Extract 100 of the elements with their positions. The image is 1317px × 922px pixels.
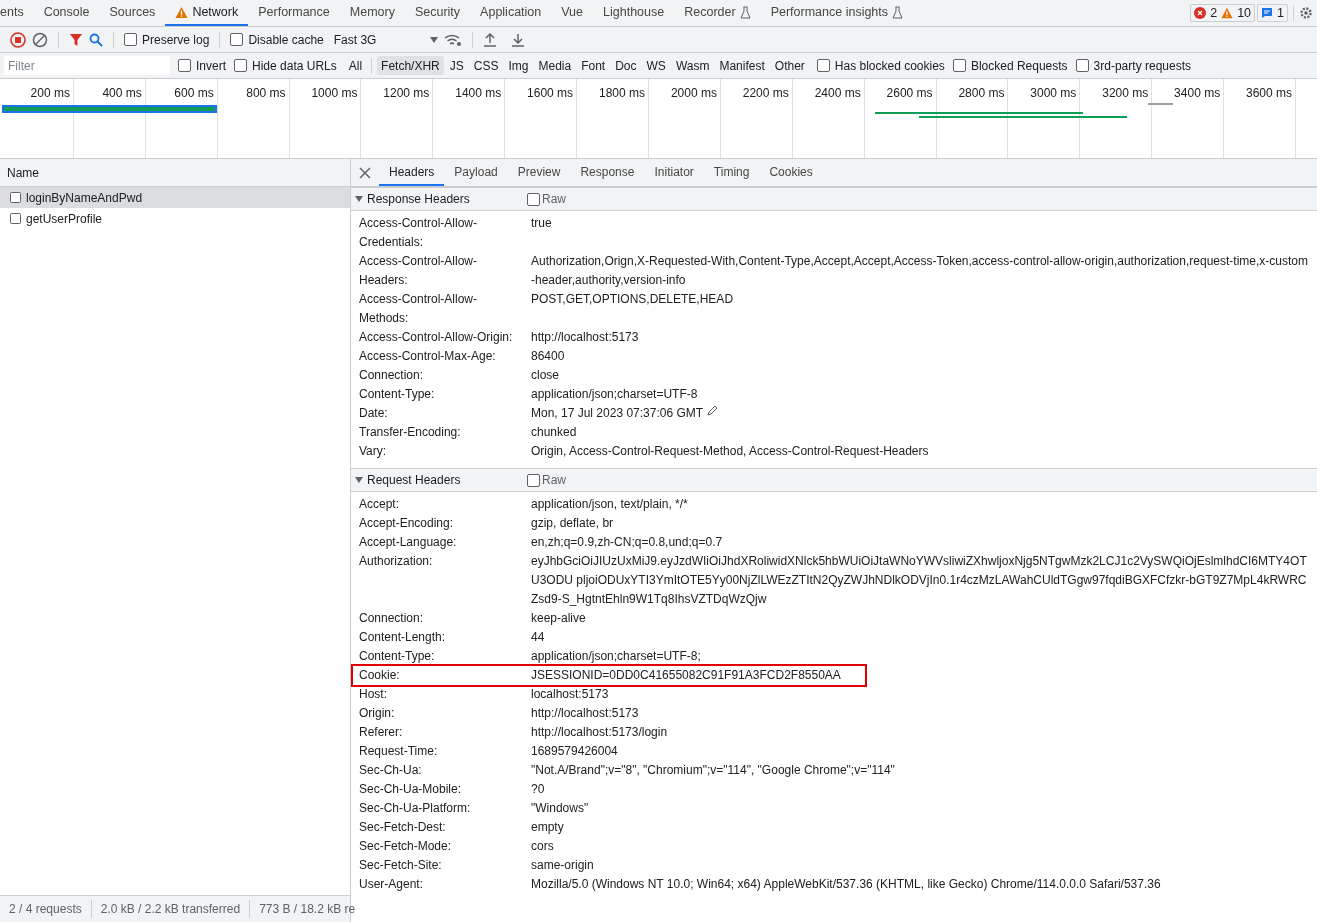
tick-label: 1200 ms bbox=[383, 86, 430, 100]
tick-label: 600 ms bbox=[174, 86, 214, 100]
checkbox[interactable] bbox=[230, 33, 244, 46]
panel-tab[interactable]: Sources bbox=[99, 0, 166, 26]
detail-tab[interactable]: Timing bbox=[703, 159, 760, 186]
detail-tab[interactable]: Preview bbox=[507, 159, 571, 186]
panel-tab[interactable]: ents bbox=[0, 0, 34, 26]
clear-icon[interactable] bbox=[32, 31, 48, 48]
type-filter[interactable]: WS bbox=[642, 56, 670, 75]
checkbox-label: Disable cache bbox=[248, 31, 324, 49]
checkbox-label: Blocked Requests bbox=[970, 57, 1068, 75]
header-value: empty bbox=[531, 819, 564, 836]
tick-label: 2000 ms bbox=[670, 86, 717, 100]
header-value: Authorization,Orign,X-Requested-With,Content-Type,Accept,Accept,Access-Token,access-control-allow-origin,authorization,request-time,x-custom-header,authority,version-info bbox=[531, 253, 1309, 289]
header-name: Accept-Encoding: bbox=[359, 515, 455, 532]
header-value: 86400 bbox=[531, 348, 565, 365]
warning-icon bbox=[175, 5, 189, 19]
upload-icon[interactable] bbox=[482, 32, 497, 47]
checkbox[interactable] bbox=[1075, 59, 1089, 72]
throttling-dropdown[interactable]: Fast 3G bbox=[333, 30, 438, 49]
type-filter[interactable]: Font bbox=[577, 56, 610, 75]
header-value: close bbox=[531, 367, 559, 384]
header-value: http://localhost:5173/login bbox=[531, 724, 668, 741]
section-header[interactable]: Response Headers Raw bbox=[351, 187, 1317, 211]
panel-tab[interactable]: Vue bbox=[551, 0, 594, 26]
close-icon[interactable] bbox=[359, 166, 371, 179]
header-name: Date: bbox=[359, 405, 389, 422]
type-filter[interactable]: Wasm bbox=[671, 56, 714, 75]
type-filter[interactable]: Manifest bbox=[715, 56, 769, 75]
panel-tab[interactable]: Performance insights bbox=[760, 0, 914, 26]
type-filter[interactable]: JS bbox=[445, 56, 468, 75]
message-counter[interactable]: 1 bbox=[1257, 4, 1288, 22]
section-title: Request Headers bbox=[367, 472, 461, 489]
header-name: Sec-Ch-Ua-Mobile: bbox=[359, 781, 463, 798]
checkbox[interactable] bbox=[234, 59, 247, 72]
header-name: Access-Control-Allow-Origin: bbox=[359, 329, 514, 346]
header-value: same-origin bbox=[531, 857, 594, 874]
timeline-overview[interactable]: 200 ms 400 ms 600 ms 800 ms 1000 ms 1200 ms 1400 ms 1600 ms 1800 ms 2000 ms 2200 ms 2400 ms 2600 ms 2800 ms 3000 ms 3200 ms 3400 ms 3600 ms bbox=[0, 79, 1317, 159]
pencil-icon[interactable] bbox=[707, 404, 720, 416]
section-header[interactable]: Request Headers Raw bbox=[351, 468, 1317, 492]
raw-checkbox[interactable] bbox=[527, 192, 540, 206]
download-icon[interactable] bbox=[510, 32, 525, 47]
checkbox[interactable] bbox=[952, 59, 966, 72]
type-filter[interactable]: Doc bbox=[611, 56, 641, 75]
panel-tab[interactable]: Application bbox=[470, 0, 552, 26]
header-name: Sec-Fetch-Site: bbox=[359, 857, 443, 874]
detail-tab[interactable]: Response bbox=[570, 159, 645, 186]
panel-tab[interactable]: Lighthouse bbox=[593, 0, 675, 26]
tick-label: 2200 ms bbox=[742, 86, 789, 100]
panel-tab[interactable]: Console bbox=[33, 0, 100, 26]
header-value: http://localhost:5173 bbox=[531, 705, 639, 722]
header-value: "Not.A/Brand";v="8", "Chromium";v="114", "Google Chrome";v="114" bbox=[531, 762, 895, 779]
header-value: "Windows" bbox=[531, 800, 589, 817]
checkbox[interactable] bbox=[816, 59, 830, 72]
wifi-settings-icon[interactable] bbox=[443, 32, 462, 47]
warning-count: 10 bbox=[1237, 4, 1252, 22]
detail-tab[interactable]: Initiator bbox=[644, 159, 704, 186]
checkbox[interactable] bbox=[178, 59, 191, 72]
checkbox-label: Preserve log bbox=[142, 31, 210, 49]
tick-label: 1600 ms bbox=[527, 86, 574, 100]
type-filter[interactable]: All bbox=[344, 56, 367, 75]
header-value: gzip, deflate, br bbox=[531, 515, 614, 532]
triangle-icon bbox=[355, 476, 363, 484]
flask-icon bbox=[892, 5, 904, 19]
header-value: application/json;charset=UTF-8; bbox=[531, 648, 701, 665]
issue-counter[interactable]: 2 10 bbox=[1190, 4, 1256, 22]
header-value: localhost:5173 bbox=[531, 686, 609, 703]
warning-icon bbox=[1221, 7, 1234, 19]
header-name: Connection: bbox=[359, 367, 425, 384]
header-name: Sec-Fetch-Dest: bbox=[359, 819, 447, 836]
panel-tab[interactable]: Security bbox=[404, 0, 471, 26]
column-header[interactable]: Name bbox=[0, 159, 350, 187]
panel-tab[interactable]: Performance bbox=[248, 0, 340, 26]
header-value: 1689579426004 bbox=[531, 743, 618, 760]
header-value: 44 bbox=[531, 629, 545, 646]
detail-tab[interactable]: Cookies bbox=[759, 159, 823, 186]
settings-icon[interactable] bbox=[1299, 6, 1313, 20]
header-name: Connection: bbox=[359, 610, 425, 627]
header-value: cors bbox=[531, 838, 554, 855]
checkbox-label: Has blocked cookies bbox=[834, 57, 945, 75]
record-stop-icon[interactable] bbox=[10, 31, 26, 48]
type-filter[interactable]: Img bbox=[504, 56, 533, 75]
document-icon bbox=[10, 192, 21, 203]
header-name: Sec-Ch-Ua-Platform: bbox=[359, 800, 472, 817]
checkbox[interactable] bbox=[124, 33, 137, 46]
filter-field[interactable]: Filter bbox=[4, 56, 170, 75]
tick-label: 3600 ms bbox=[1246, 86, 1293, 100]
raw-checkbox[interactable] bbox=[527, 473, 540, 487]
detail-tab[interactable]: Payload bbox=[444, 159, 508, 186]
filter-icon[interactable] bbox=[69, 32, 83, 47]
header-name: Content-Type: bbox=[359, 386, 436, 403]
panel-tab[interactable]: Recorder bbox=[674, 0, 761, 26]
search-icon[interactable] bbox=[89, 32, 103, 47]
type-filter[interactable]: CSS bbox=[469, 56, 503, 75]
type-filter[interactable]: Media bbox=[534, 56, 576, 75]
header-value: Mozilla/5.0 (Windows NT 10.0; Win64; x64) AppleWebKit/537.36 (KHTML, like Gecko) Chrome/114.0.0.0 Safari/537.36 bbox=[531, 876, 1161, 893]
request-row[interactable]: loginByNameAndPwd bbox=[0, 187, 350, 208]
type-filter[interactable]: Other bbox=[770, 56, 809, 75]
type-filter[interactable]: Fetch/XHR bbox=[377, 56, 444, 75]
panel-tab[interactable]: Memory bbox=[339, 0, 405, 26]
